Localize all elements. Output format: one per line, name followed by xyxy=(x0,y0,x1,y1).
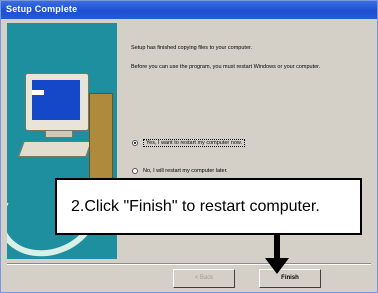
setup-complete-dialog: Setup Complete Setup has finished copyin… xyxy=(0,0,378,293)
monitor-stand xyxy=(45,130,73,138)
radio-selected-icon[interactable] xyxy=(132,140,138,146)
restart-message: Before you can use the program, you must… xyxy=(131,64,321,70)
instruction-callout: 2.Click "Finish" to restart computer. xyxy=(55,178,362,235)
option-restart-later-label: No, I will restart my computer later. xyxy=(143,168,228,174)
back-button[interactable]: < Back xyxy=(173,269,235,288)
option-restart-now[interactable]: Yes, I want to restart my computer now. xyxy=(132,139,246,147)
monitor-icon xyxy=(25,73,89,131)
radio-unselected-icon[interactable] xyxy=(132,168,138,174)
monitor-screen xyxy=(32,80,80,120)
instruction-text: 2.Click "Finish" to restart computer. xyxy=(71,198,320,215)
screen-bar xyxy=(32,90,44,95)
button-separator xyxy=(7,263,371,265)
down-arrow-icon xyxy=(265,258,289,274)
option-restart-later[interactable]: No, I will restart my computer later. xyxy=(132,168,228,174)
computer-tower-icon xyxy=(89,93,113,179)
keyboard-icon xyxy=(18,141,92,157)
window-title: Setup Complete xyxy=(6,4,78,14)
title-bar: Setup Complete xyxy=(1,1,377,19)
finished-message: Setup has finished copying files to your… xyxy=(131,45,253,51)
option-restart-now-label: Yes, I want to restart my computer now. xyxy=(143,139,246,147)
